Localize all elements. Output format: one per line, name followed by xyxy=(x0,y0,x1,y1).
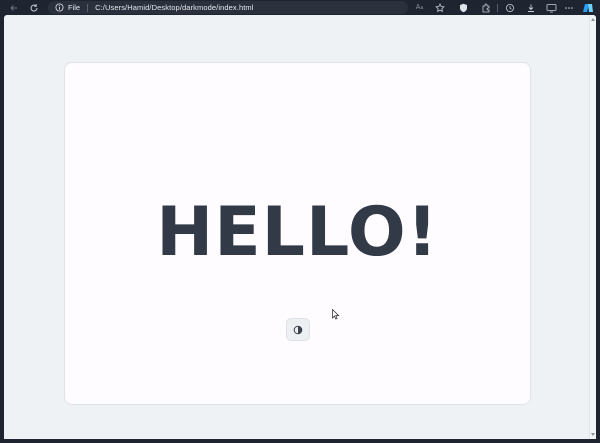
vertical-scrollbar[interactable] xyxy=(589,15,596,439)
download-icon[interactable] xyxy=(524,1,537,14)
address-separator xyxy=(87,3,89,12)
file-protocol-label: File xyxy=(68,3,81,12)
mouse-pointer-icon xyxy=(332,307,340,325)
scroll-up-arrow-icon[interactable] xyxy=(591,18,595,21)
url-text[interactable]: C:/Users/Hamid/Desktop/darkmode/index.ht… xyxy=(95,3,253,12)
read-aloud-icon[interactable]: Aa xyxy=(413,1,426,14)
info-icon[interactable] xyxy=(53,1,66,14)
toolbar-divider xyxy=(497,4,498,12)
browser-toolbar: File C:/Users/Hamid/Desktop/darkmode/ind… xyxy=(0,0,600,15)
page-viewport: HELLO! xyxy=(4,15,596,439)
copilot-icon[interactable] xyxy=(581,1,594,14)
favorite-star-icon[interactable] xyxy=(433,1,446,14)
screen-cast-icon[interactable] xyxy=(545,1,558,14)
history-icon[interactable] xyxy=(503,1,516,14)
more-options-icon[interactable] xyxy=(562,1,575,14)
refresh-icon[interactable] xyxy=(27,1,40,14)
shield-icon[interactable] xyxy=(457,1,470,14)
hello-heading: HELLO! xyxy=(156,193,439,272)
scroll-down-arrow-icon[interactable] xyxy=(591,433,595,436)
extensions-icon[interactable] xyxy=(479,1,492,14)
address-bar[interactable]: File C:/Users/Hamid/Desktop/darkmode/ind… xyxy=(48,1,408,14)
content-card: HELLO! xyxy=(64,62,531,405)
theme-toggle-button[interactable] xyxy=(286,318,310,341)
half-circle-contrast-icon xyxy=(293,325,303,334)
back-arrow-icon[interactable] xyxy=(7,1,20,14)
